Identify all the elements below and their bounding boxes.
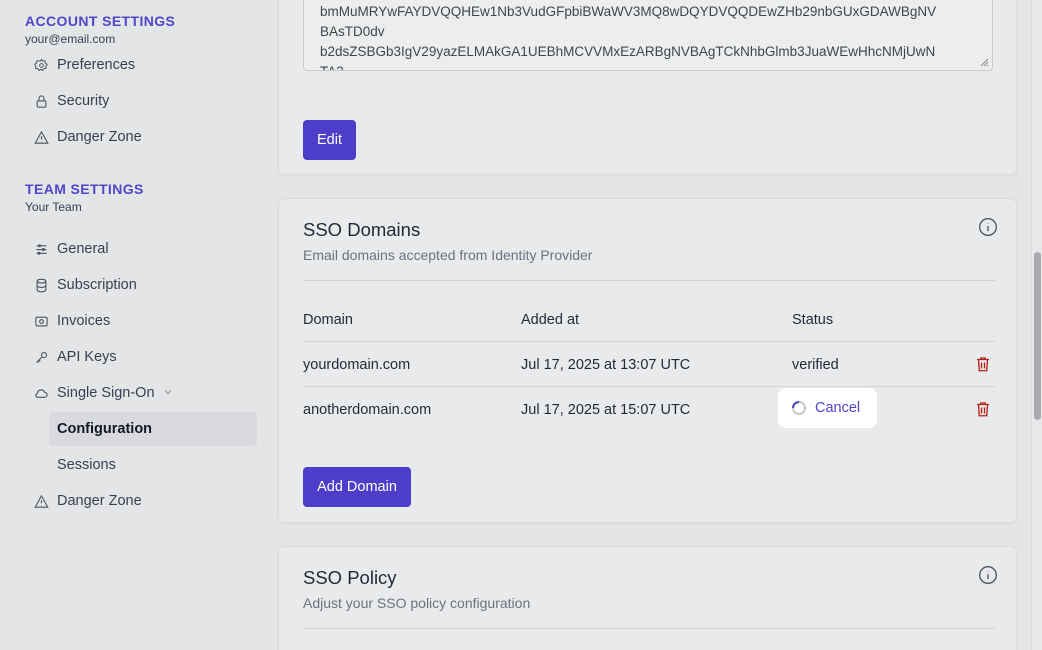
certificate-card: NAMAeGCSqGSIb3DQEBCwUAMIGSMQswCQYDVQQGEw… <box>278 0 1017 175</box>
resize-handle-icon[interactable] <box>979 57 989 67</box>
sidebar-item-label: Preferences <box>57 57 136 73</box>
sidebar-item-label: Danger Zone <box>57 493 142 509</box>
divider <box>303 386 995 387</box>
trash-icon[interactable] <box>974 400 992 418</box>
sidebar-item-configuration[interactable]: Configuration <box>49 412 257 446</box>
info-icon[interactable] <box>978 565 998 585</box>
sso-policy-card: SSO Policy Adjust your SSO policy config… <box>278 546 1017 650</box>
domain-cell: yourdomain.com <box>303 357 411 373</box>
certificate-line: TA2 <box>320 62 976 70</box>
sidebar-item-label: Single Sign-On <box>57 385 155 401</box>
sidebar-item-label: Configuration <box>57 421 153 437</box>
cloud-icon <box>33 385 49 401</box>
domain-cell: anotherdomain.com <box>303 402 432 418</box>
sidebar-item-sessions[interactable]: Sessions <box>49 448 257 482</box>
certificate-textarea[interactable]: NAMAeGCSqGSIb3DQEBCwUAMIGSMQswCQYDVQQGEw… <box>303 0 993 71</box>
sidebar-item-label: Security <box>57 93 110 109</box>
gear-icon <box>33 57 49 73</box>
sidebar-item-general[interactable]: General <box>25 232 257 266</box>
info-icon[interactable] <box>978 217 998 237</box>
sidebar-item-label: API Keys <box>57 349 117 365</box>
trash-icon[interactable] <box>974 355 992 373</box>
sso-domains-card: SSO Domains Email domains accepted from … <box>278 198 1017 523</box>
sidebar-item-account-danger-zone[interactable]: Danger Zone <box>25 120 257 154</box>
team-name: Your Team <box>25 200 82 214</box>
sidebar-item-security[interactable]: Security <box>25 84 257 118</box>
column-header-status: Status <box>792 312 834 328</box>
certificate-line: bmMuMRYwFAYDVQQHEw1Nb3VudGFpbiBWaWV3MQ8w… <box>320 4 937 19</box>
cancel-label: Cancel <box>815 400 861 416</box>
sidebar-item-label: Sessions <box>57 457 116 473</box>
database-icon <box>33 277 49 293</box>
sso-domains-description: Email domains accepted from Identity Pro… <box>303 247 593 263</box>
sidebar-item-label: Danger Zone <box>57 129 142 145</box>
divider <box>303 280 995 281</box>
sidebar-item-single-sign-on[interactable]: Single Sign-On <box>25 376 257 410</box>
certificate-line: b2dsZSBGb3IgV29yazELMAkGA1UEBhMCVVMxEzAR… <box>320 44 936 59</box>
sidebar: ACCOUNT SETTINGS your@email.com Preferen… <box>0 0 270 650</box>
sidebar-item-subscription[interactable]: Subscription <box>25 268 257 302</box>
scrollbar-thumb[interactable] <box>1034 252 1041 420</box>
added-at-cell: Jul 17, 2025 at 15:07 UTC <box>521 402 691 418</box>
add-domain-button[interactable]: Add Domain <box>303 467 411 507</box>
sidebar-item-label: Invoices <box>57 313 111 329</box>
divider <box>303 628 995 629</box>
sso-policy-title: SSO Policy <box>303 567 397 588</box>
warning-icon <box>33 493 49 509</box>
cancel-verification-button[interactable]: Cancel <box>778 388 877 428</box>
team-settings-heading: TEAM SETTINGS <box>25 181 144 197</box>
key-icon <box>33 349 49 365</box>
warning-icon <box>33 129 49 145</box>
account-email: your@email.com <box>25 32 116 46</box>
divider <box>303 341 995 342</box>
sso-domains-title: SSO Domains <box>303 219 421 240</box>
sidebar-item-invoices[interactable]: Invoices <box>25 304 257 338</box>
certificate-line: BAsTD0dv <box>320 24 385 39</box>
sidebar-item-team-danger-zone[interactable]: Danger Zone <box>25 484 257 518</box>
sidebar-item-preferences[interactable]: Preferences <box>25 48 257 82</box>
edit-button[interactable]: Edit <box>303 120 356 160</box>
column-header-added-at: Added at <box>521 312 580 328</box>
spinner-icon <box>792 401 806 415</box>
certificate-line-clipped: NAMAeGCSqGSIb3DQEBCwUAMIGSMQswCQYDVQQGEw… <box>320 0 976 2</box>
account-settings-heading: ACCOUNT SETTINGS <box>25 13 176 29</box>
column-header-domain: Domain <box>303 312 353 328</box>
status-cell: verified <box>792 357 839 373</box>
sso-policy-description: Adjust your SSO policy configuration <box>303 595 531 611</box>
chevron-down-icon <box>163 387 173 400</box>
receipt-icon <box>33 313 49 329</box>
sidebar-item-label: Subscription <box>57 277 137 293</box>
sidebar-item-label: General <box>57 241 109 257</box>
lock-icon <box>33 93 49 109</box>
sidebar-item-api-keys[interactable]: API Keys <box>25 340 257 374</box>
sliders-icon <box>33 241 49 257</box>
added-at-cell: Jul 17, 2025 at 13:07 UTC <box>521 357 691 373</box>
